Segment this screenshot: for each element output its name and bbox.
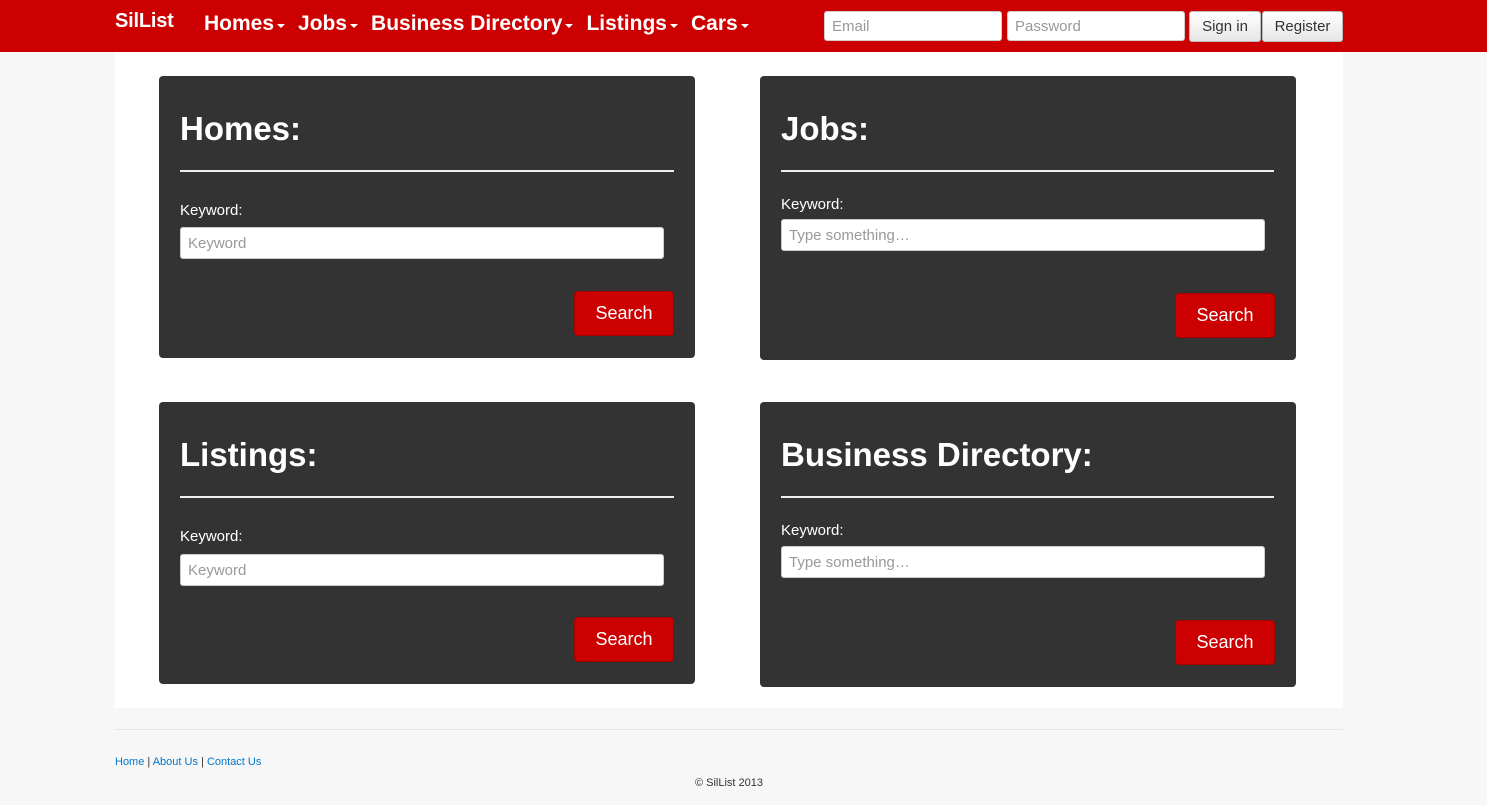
divider (781, 496, 1274, 498)
jobs-panel-title: Jobs: (781, 110, 870, 147)
nav-cars-label: Cars (690, 12, 738, 35)
email-field[interactable] (824, 11, 1002, 41)
caret-down-icon (669, 24, 678, 28)
homes-keyword-input[interactable] (180, 227, 664, 259)
sign-in-button[interactable]: Sign in (1189, 11, 1261, 42)
nav-business-directory-dropdown[interactable]: Business Directory (371, 12, 574, 36)
jobs-search-panel: Jobs: Keyword: Search (760, 76, 1296, 360)
footer-separator: | (201, 756, 204, 768)
copyright-text: © SilList 2013 (694, 777, 764, 789)
business-directory-keyword-input[interactable] (781, 546, 1265, 578)
main-nav: Homes Jobs Business Directory Listings C… (204, 12, 762, 36)
nav-homes-label: Homes (204, 12, 275, 35)
footer-link-contact-us[interactable]: Contact Us (207, 756, 261, 768)
business-directory-search-button[interactable]: Search (1175, 620, 1275, 665)
password-field[interactable] (1007, 11, 1185, 41)
listings-keyword-label: Keyword: (180, 528, 243, 545)
nav-cars-dropdown[interactable]: Cars (691, 12, 749, 36)
jobs-keyword-input[interactable] (781, 219, 1265, 251)
brand-logo[interactable]: SilList (115, 10, 174, 33)
homes-keyword-label: Keyword: (180, 202, 243, 219)
jobs-keyword-label: Keyword: (781, 196, 844, 213)
divider (180, 496, 674, 498)
business-directory-panel-title: Business Directory: (781, 436, 1093, 473)
footer-divider (115, 729, 1343, 730)
footer-separator: | (147, 756, 151, 768)
footer-links: Home | About Us | Contact Us (115, 756, 261, 768)
nav-jobs-dropdown[interactable]: Jobs (298, 12, 359, 36)
main-content: Homes: Keyword: Search Jobs: Keyword: Se… (115, 52, 1343, 708)
business-directory-keyword-label: Keyword: (781, 522, 844, 539)
listings-keyword-input[interactable] (180, 554, 664, 586)
business-directory-search-panel: Business Directory: Keyword: Search (760, 402, 1296, 687)
listings-search-button[interactable]: Search (574, 617, 674, 662)
divider (781, 170, 1274, 172)
nav-listings-label: Listings (586, 12, 667, 35)
divider (180, 170, 674, 172)
register-button[interactable]: Register (1262, 11, 1343, 42)
nav-homes-dropdown[interactable]: Homes (204, 12, 286, 36)
listings-panel-title: Listings: (180, 436, 318, 473)
caret-down-icon (350, 24, 359, 28)
footer-link-home[interactable]: Home (115, 756, 144, 768)
homes-panel-title: Homes: (180, 110, 302, 147)
caret-down-icon (565, 24, 574, 28)
caret-down-icon (277, 24, 286, 28)
homes-search-button[interactable]: Search (574, 291, 674, 336)
footer-link-about-us[interactable]: About Us (153, 756, 198, 768)
nav-jobs-label: Jobs (298, 12, 348, 35)
caret-down-icon (740, 24, 749, 28)
jobs-search-button[interactable]: Search (1175, 293, 1275, 338)
homes-search-panel: Homes: Keyword: Search (159, 76, 695, 358)
nav-business-directory-label: Business Directory (371, 12, 563, 35)
top-navbar: SilList Homes Jobs Business Directory Li… (0, 0, 1487, 52)
nav-listings-dropdown[interactable]: Listings (586, 12, 678, 36)
listings-search-panel: Listings: Keyword: Search (159, 402, 695, 684)
